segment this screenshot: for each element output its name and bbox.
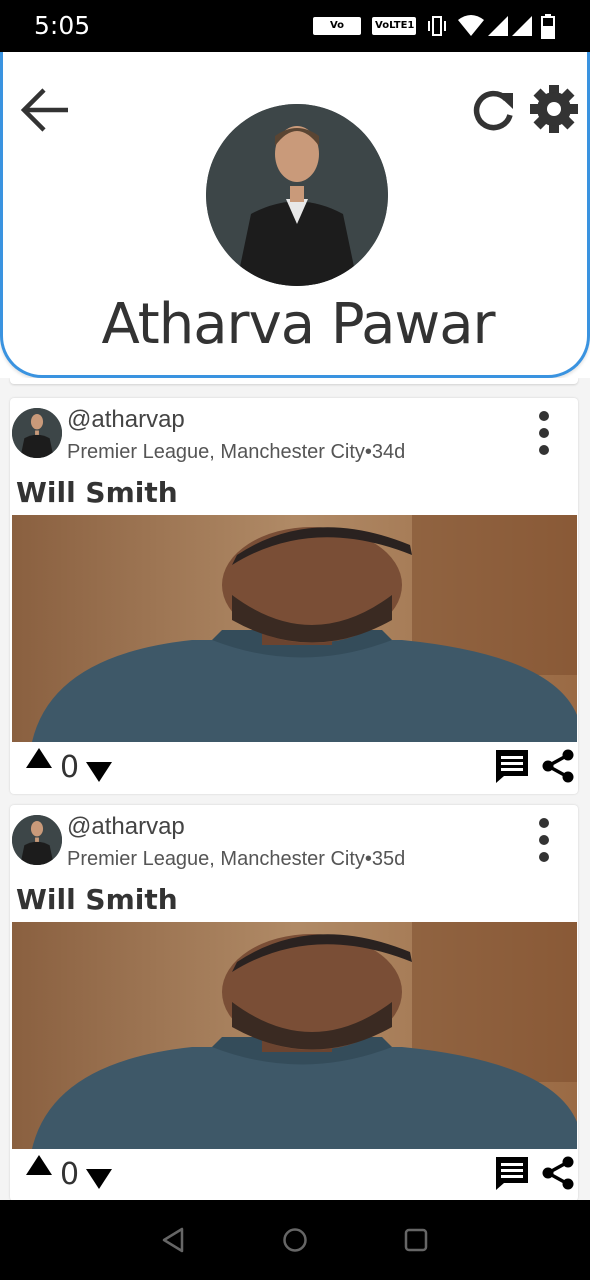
post-handle[interactable]: @atharvap — [67, 813, 185, 841]
volte-badge: VoLTE1 — [372, 17, 416, 35]
post-title: Will Smith — [16, 883, 178, 916]
previous-card-edge — [10, 378, 578, 384]
post-card[interactable]: @atharvap Premier League, Manchester Cit… — [10, 805, 578, 1200]
comment-icon[interactable] — [494, 748, 530, 784]
vibrate-icon — [428, 16, 446, 36]
gear-icon[interactable] — [529, 84, 579, 134]
system-nav-bar — [0, 1200, 590, 1280]
share-icon[interactable] — [540, 1155, 576, 1191]
post-avatar[interactable] — [12, 815, 62, 865]
battery-icon — [541, 14, 555, 39]
post-image[interactable] — [12, 922, 577, 1149]
wifi-calling-badge: Vo WiFi2 — [313, 17, 361, 49]
status-bar: 5:05 Vo WiFi2 VoLTE1 — [0, 0, 590, 52]
signal-icon — [488, 16, 508, 36]
profile-name: Atharva Pawar — [101, 292, 495, 357]
comment-icon[interactable] — [494, 1155, 530, 1191]
wifi-icon — [458, 15, 484, 36]
post-meta: Premier League, Manchester City•34d — [67, 441, 406, 463]
downvote-icon[interactable] — [84, 760, 114, 784]
back-triangle-icon[interactable] — [160, 1226, 188, 1254]
profile-avatar — [206, 104, 388, 286]
post-title: Will Smith — [16, 476, 178, 509]
post-avatar[interactable] — [12, 408, 62, 458]
downvote-icon[interactable] — [84, 1167, 114, 1191]
arrow-left-icon[interactable] — [20, 87, 70, 133]
refresh-icon[interactable] — [470, 87, 516, 133]
home-circle-icon[interactable] — [281, 1226, 309, 1254]
recents-square-icon[interactable] — [402, 1226, 430, 1254]
signal-icon — [512, 16, 532, 36]
upvote-icon[interactable] — [24, 1153, 54, 1177]
profile-header: Atharva Pawar — [0, 52, 590, 378]
vote-count: 0 — [60, 1157, 80, 1192]
share-icon[interactable] — [540, 748, 576, 784]
post-image[interactable] — [12, 515, 577, 742]
more-options-icon[interactable] — [530, 410, 558, 456]
post-meta: Premier League, Manchester City•35d — [67, 848, 406, 870]
post-card[interactable]: @atharvap Premier League, Manchester Cit… — [10, 398, 578, 794]
post-handle[interactable]: @atharvap — [67, 406, 185, 434]
post-feed[interactable]: @atharvap Premier League, Manchester Cit… — [0, 378, 590, 1200]
more-options-icon[interactable] — [530, 817, 558, 863]
status-time: 5:05 — [34, 11, 91, 40]
vote-count: 0 — [60, 750, 80, 785]
upvote-icon[interactable] — [24, 746, 54, 770]
